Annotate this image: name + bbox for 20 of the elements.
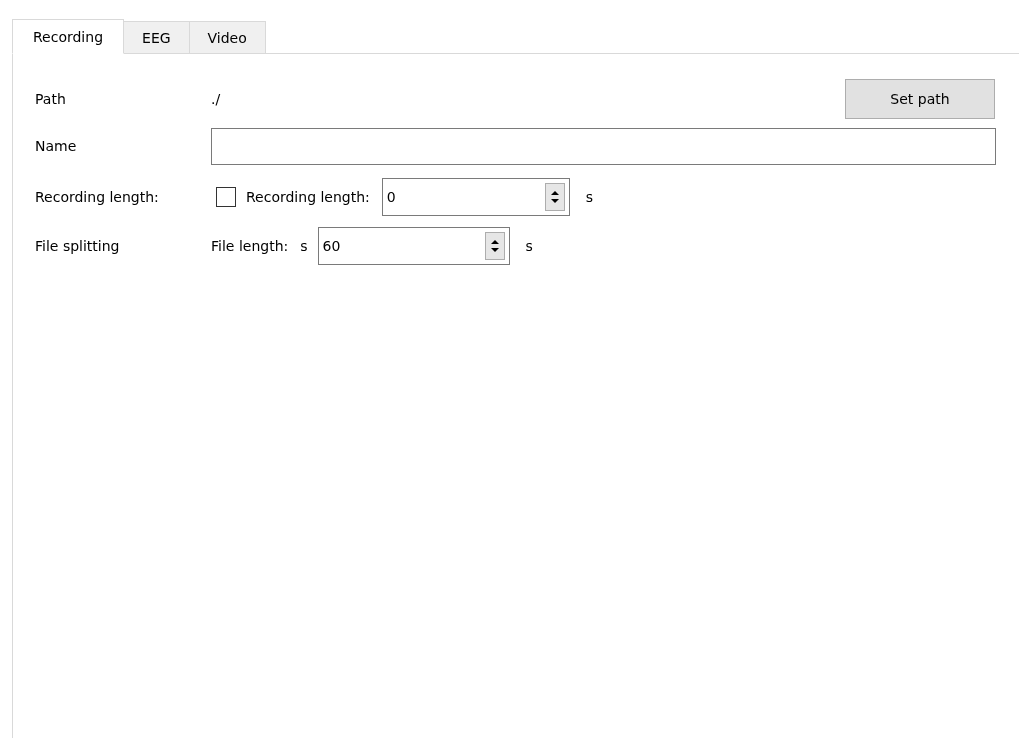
set-path-button[interactable]: Set path (845, 79, 995, 119)
unit-label: s (585, 189, 594, 205)
checkbox[interactable] (216, 187, 236, 207)
tab[interactable]: Recording (12, 19, 125, 54)
unit-label: s (525, 238, 533, 254)
spin-box[interactable]: 60 (317, 227, 510, 265)
tab[interactable]: Video (188, 21, 266, 53)
tab[interactable]: EEG (123, 21, 190, 53)
name-field[interactable] (211, 127, 996, 165)
recording-length-label: Recording length: (35, 189, 160, 205)
spin-arrows-icon[interactable] (544, 183, 565, 211)
file-length-label: File length: (211, 238, 289, 254)
spin-arrows-icon[interactable] (484, 232, 505, 260)
prefix-label: s (300, 238, 308, 254)
recording-length-field-label: Recording length: (246, 189, 370, 205)
spin-box[interactable]: 0 (381, 178, 570, 216)
file-splitting-label: File splitting (35, 238, 121, 254)
path-value: ./ (211, 91, 222, 107)
name-label: Name (35, 138, 78, 154)
path-label: Path (35, 91, 67, 107)
